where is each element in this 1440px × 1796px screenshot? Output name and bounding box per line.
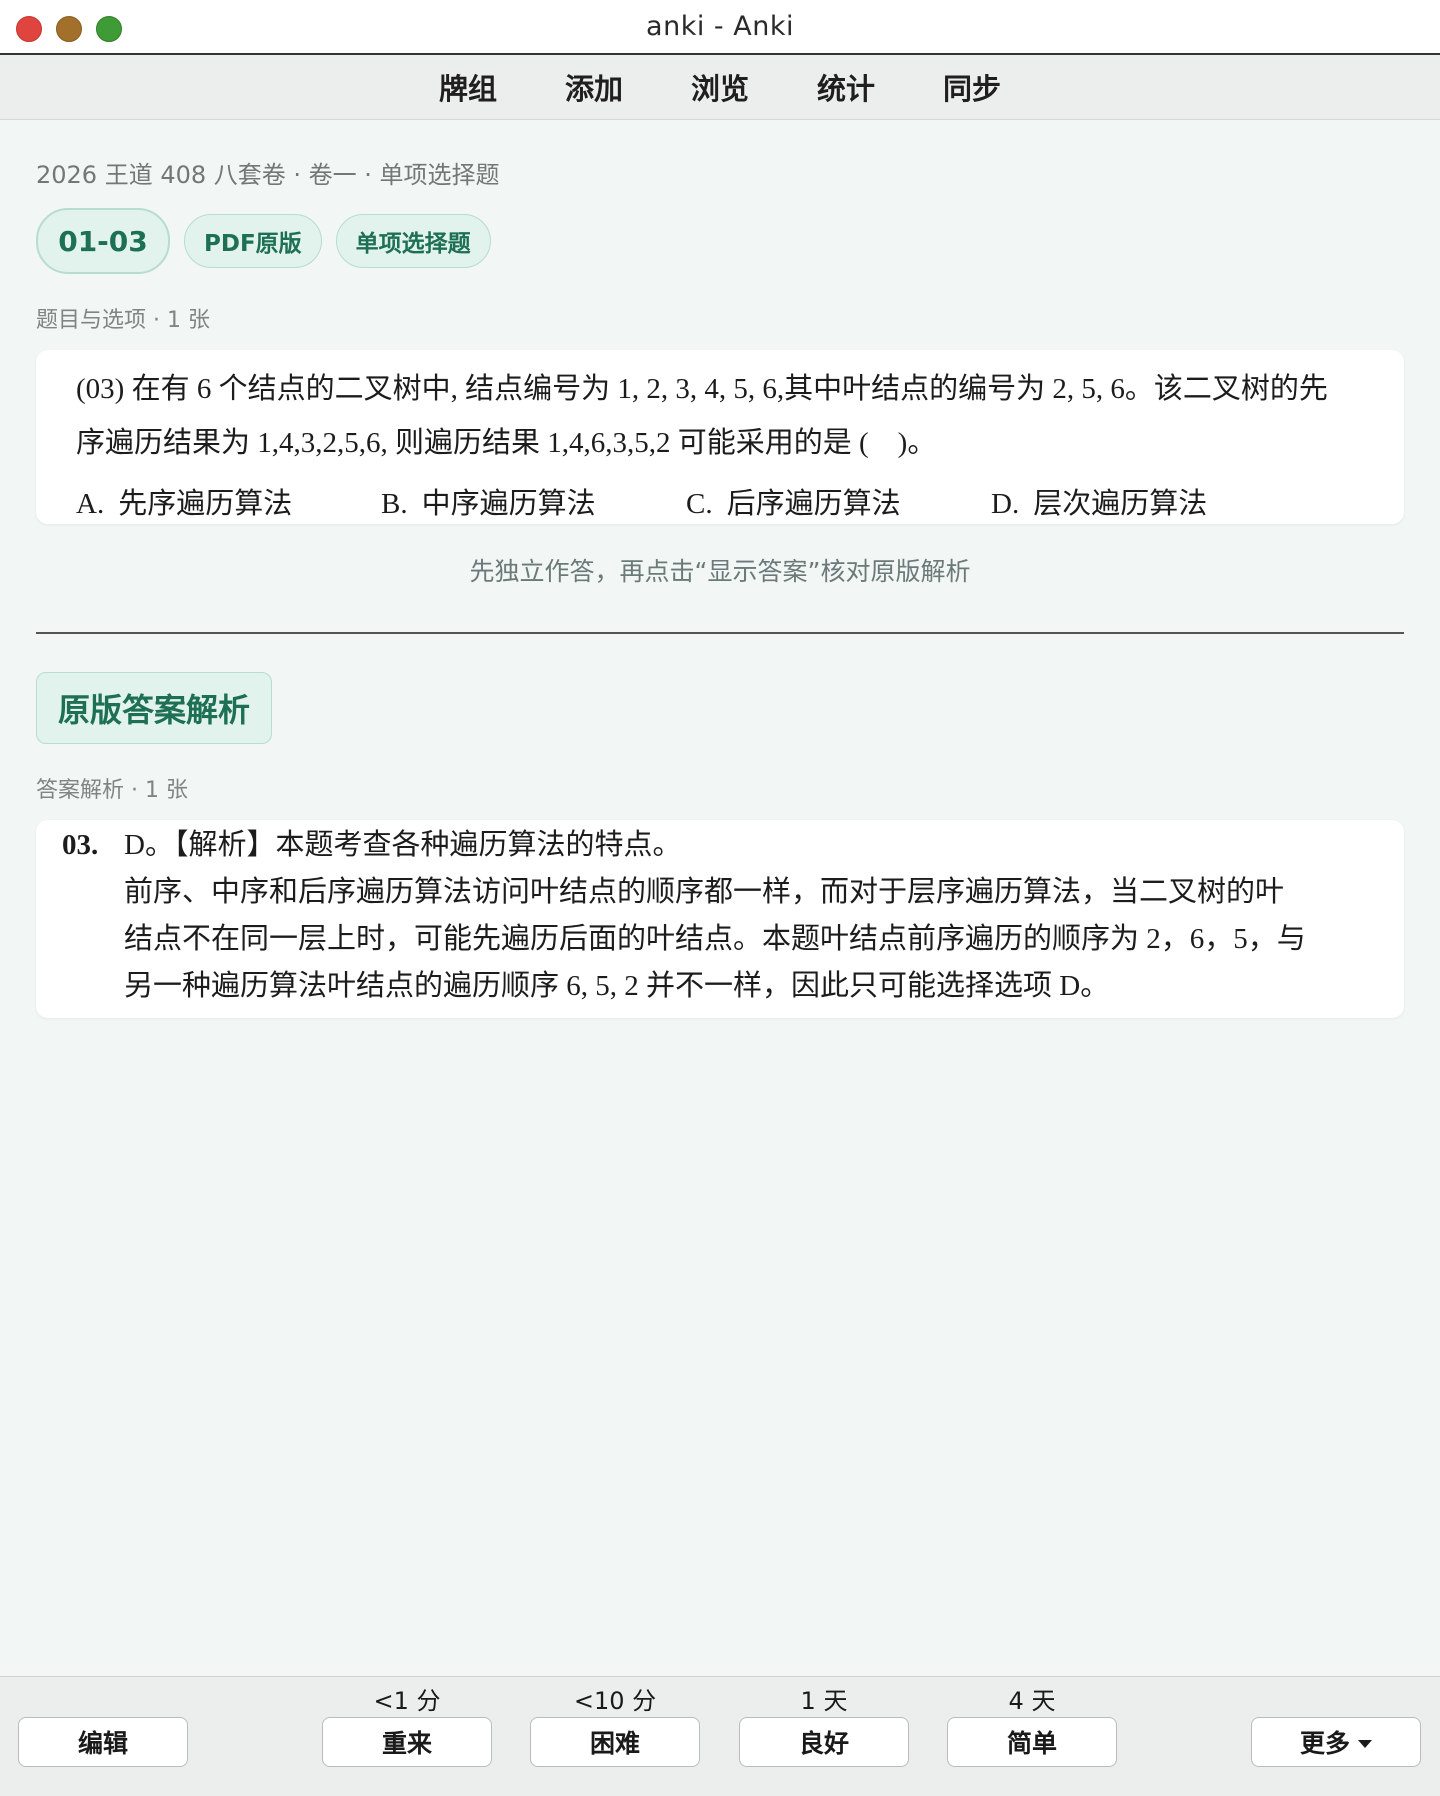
good-button[interactable]: 良好 [739, 1717, 909, 1767]
more-button[interactable]: 更多 [1251, 1717, 1421, 1767]
answer-hint: 先独立作答，再点击“显示答案”核对原版解析 [469, 557, 971, 586]
answer-section-label: 答案解析 · 1 张 [36, 778, 188, 803]
more-button-label: 更多 [1299, 1729, 1350, 1758]
nav-stats[interactable]: 统计 [811, 66, 881, 108]
option-b: B. 中序遍历算法 [381, 480, 686, 522]
option-d: D. 层次遍历算法 [991, 480, 1296, 522]
option-letter: B. [381, 488, 408, 520]
option-text: 中序遍历算法 [421, 488, 596, 520]
answer-header: 原版答案解析 [36, 672, 272, 744]
chevron-down-icon [1358, 1740, 1372, 1748]
hard-button[interactable]: 困难 [530, 1717, 700, 1767]
answer-summary: D。【解析】本题考查各种遍历算法的特点。 [124, 829, 682, 861]
nav-browse[interactable]: 浏览 [685, 66, 755, 108]
anki-window: anki - Anki 牌组 添加 浏览 统计 同步 2026 王道 408 八… [0, 0, 1440, 1796]
answer-number: 03. [62, 829, 99, 861]
answer-card: 03. D。【解析】本题考查各种遍历算法的特点。 前序、中序和后序遍历算法访问叶结… [36, 820, 1404, 1018]
question-section-label: 题目与选项 · 1 张 [36, 308, 210, 333]
answer-divider [36, 632, 1404, 634]
option-text: 先序遍历算法 [118, 488, 293, 520]
option-text: 层次遍历算法 [1033, 488, 1208, 520]
card-content: 2026 王道 408 八套卷 · 卷一 · 单项选择题 01-03 PDF原版… [36, 119, 1404, 1018]
answer-text-line: 03. D。【解析】本题考查各种遍历算法的特点。 [62, 822, 1390, 869]
window-title: anki - Anki [646, 11, 794, 42]
option-text: 后序遍历算法 [726, 488, 901, 520]
breadcrumb: 2026 王道 408 八套卷 · 卷一 · 单项选择题 [36, 161, 500, 189]
answer-text-line: 另一种遍历算法叶结点的遍历顺序 6, 5, 2 并不一样，因此只可能选择选项 D… [124, 970, 1110, 1002]
question-card: (03) 在有 6 个结点的二叉树中, 结点编号为 1, 2, 3, 4, 5,… [36, 350, 1404, 524]
answer-text-line: 前序、中序和后序遍历算法访问叶结点的顺序都一样，而对于层序遍历算法，当二叉树的叶 [124, 876, 1285, 908]
edit-button[interactable]: 编辑 [18, 1717, 188, 1767]
option-a: A. 先序遍历算法 [76, 480, 381, 522]
title-bar: anki - Anki [0, 0, 1440, 55]
top-nav: 牌组 添加 浏览 统计 同步 [0, 55, 1440, 120]
again-button[interactable]: 重来 [322, 1717, 492, 1767]
again-interval: <1 分 [373, 1687, 441, 1715]
nav-sync[interactable]: 同步 [937, 66, 1007, 108]
good-interval: 1 天 [800, 1687, 848, 1715]
answer-text-line: 结点不在同一层上时，可能先遍历后面的叶结点。本题叶结点前序遍历的顺序为 2，6，… [124, 923, 1306, 955]
option-letter: D. [991, 488, 1020, 520]
option-c: C. 后序遍历算法 [686, 480, 991, 522]
option-letter: A. [76, 488, 105, 520]
question-type-tag: 单项选择题 [335, 214, 491, 268]
tag-row: 01-03 PDF原版 单项选择题 [36, 208, 1404, 274]
hard-interval: <10 分 [573, 1687, 657, 1715]
option-letter: C. [686, 488, 713, 520]
easy-button[interactable]: 简单 [947, 1717, 1117, 1767]
bottom-bar: 编辑 <1 分 重来 <10 分 困难 1 天 良好 4 天 简单 更多 [0, 1676, 1440, 1796]
easy-interval: 4 天 [1008, 1687, 1056, 1715]
source-tag: PDF原版 [184, 214, 322, 268]
nav-decks[interactable]: 牌组 [433, 66, 503, 108]
question-text-line: (03) 在有 6 个结点的二叉树中, 结点编号为 1, 2, 3, 4, 5,… [76, 373, 1328, 405]
question-text-line: 序遍历结果为 1,4,3,2,5,6, 则遍历结果 1,4,6,3,5,2 可能… [76, 427, 937, 459]
question-number-tag: 01-03 [36, 208, 170, 274]
nav-add[interactable]: 添加 [559, 66, 629, 108]
options-row: A. 先序遍历算法 B. 中序遍历算法 C. 后序遍历算法 D. 层次遍历算法 [76, 480, 1364, 522]
